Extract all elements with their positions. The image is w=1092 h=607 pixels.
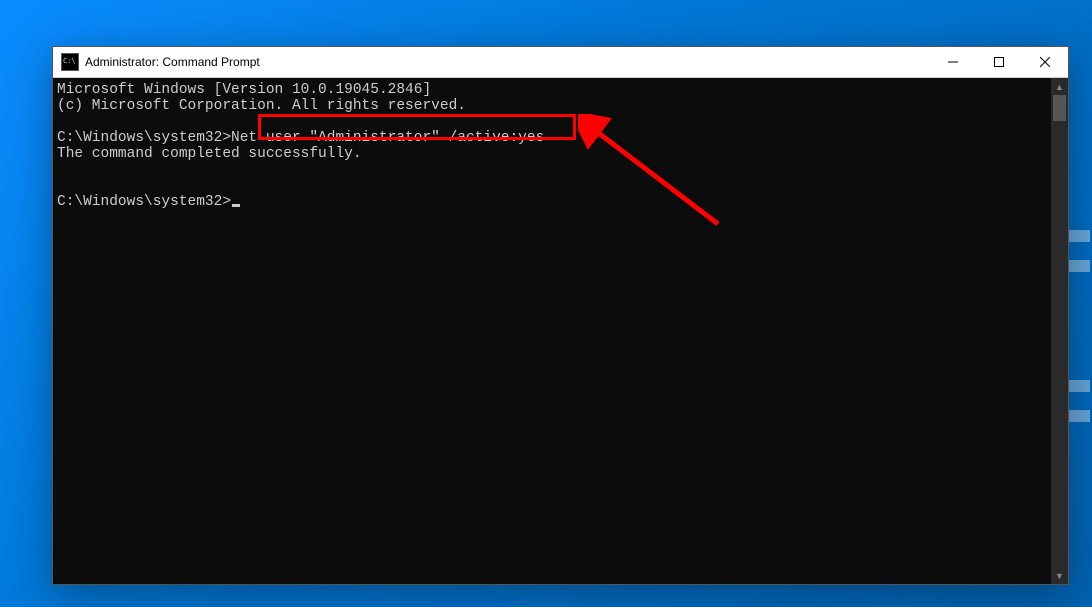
minimize-button[interactable] <box>930 47 976 77</box>
command-result: The command completed successfully. <box>57 146 362 162</box>
command-prompt-window: Administrator: Command Prompt Microsoft … <box>52 46 1069 585</box>
scroll-track[interactable] <box>1051 95 1068 567</box>
vertical-scrollbar[interactable]: ▲ ▼ <box>1051 78 1068 584</box>
scroll-thumb[interactable] <box>1053 95 1066 121</box>
scroll-up-arrow[interactable]: ▲ <box>1051 78 1068 95</box>
window-titlebar[interactable]: Administrator: Command Prompt <box>53 47 1068 78</box>
window-title: Administrator: Command Prompt <box>85 55 930 69</box>
prompt-path-1: C:\Windows\system32> <box>57 130 231 146</box>
scroll-down-arrow[interactable]: ▼ <box>1051 567 1068 584</box>
copyright-line: (c) Microsoft Corporation. All rights re… <box>57 98 466 114</box>
version-line: Microsoft Windows [Version 10.0.19045.28… <box>57 82 431 98</box>
maximize-button[interactable] <box>976 47 1022 77</box>
cmd-icon <box>61 53 79 71</box>
console-area: Microsoft Windows [Version 10.0.19045.28… <box>53 78 1068 584</box>
text-cursor <box>232 204 240 207</box>
desktop-background: Administrator: Command Prompt Microsoft … <box>0 0 1092 607</box>
close-icon <box>1040 57 1050 67</box>
minimize-icon <box>948 57 958 67</box>
prompt-path-2: C:\Windows\system32> <box>57 194 231 210</box>
entered-command: Net user "Administrator" /active:yes <box>231 130 544 146</box>
close-button[interactable] <box>1022 47 1068 77</box>
maximize-icon <box>994 57 1004 67</box>
console-output[interactable]: Microsoft Windows [Version 10.0.19045.28… <box>53 78 1051 584</box>
